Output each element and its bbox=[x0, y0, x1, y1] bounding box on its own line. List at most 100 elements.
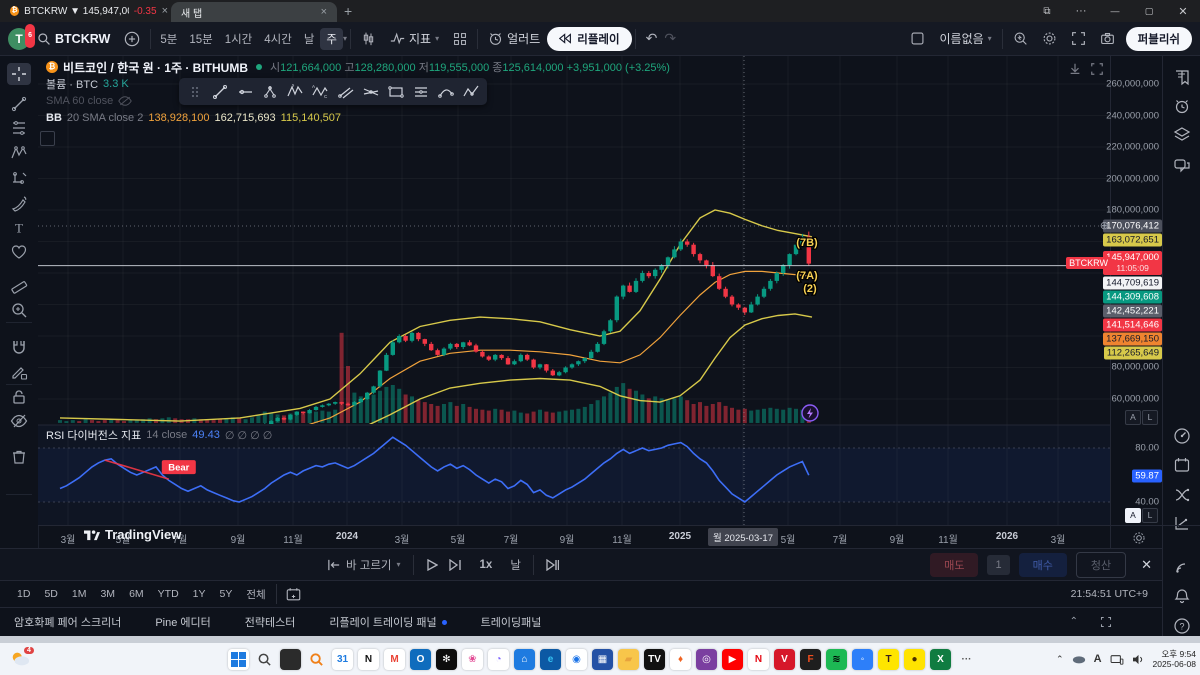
price-level-label[interactable]: 141,514,646 bbox=[1103, 319, 1162, 332]
calendar-icon[interactable] bbox=[1171, 454, 1193, 476]
price-level-label[interactable]: 144,709,619 bbox=[1103, 277, 1162, 290]
price-axis[interactable]: 260,000,000240,000,000220,000,000200,000… bbox=[1110, 56, 1163, 548]
palette-horizontal-ray-icon[interactable] bbox=[233, 81, 256, 103]
layout-name-menu[interactable]: 이름없음▾ 저장 bbox=[932, 30, 998, 47]
range-1M[interactable]: 1M bbox=[65, 588, 94, 600]
log-scale-button[interactable]: L bbox=[1142, 508, 1158, 523]
tab-트레이딩패널[interactable]: 트레이딩패널 bbox=[481, 614, 542, 630]
palette-curve-icon[interactable] bbox=[435, 81, 458, 103]
streams-icon[interactable] bbox=[1171, 556, 1193, 578]
range-3M[interactable]: 3M bbox=[93, 588, 122, 600]
tray-expand-icon[interactable]: ⌃ bbox=[1056, 654, 1064, 665]
taskbar-app-figma[interactable]: F bbox=[800, 649, 821, 670]
snapshot-button[interactable] bbox=[1093, 31, 1122, 46]
tab-Pine 에디터[interactable]: Pine 에디터 bbox=[155, 614, 210, 630]
symbol-title[interactable]: 비트코인 / 한국 원 · 1주 · BITHUMB bbox=[63, 59, 248, 76]
onedrive-icon[interactable] bbox=[1072, 654, 1086, 664]
bb-legend[interactable]: BB 20 SMA close 2 138,928,100 162,715,69… bbox=[46, 111, 670, 125]
palette-abc-wave-icon[interactable]: AC bbox=[309, 81, 332, 103]
palette-polyline-path-icon[interactable] bbox=[460, 81, 483, 103]
indicators-button[interactable]: 지표 ▾ bbox=[383, 30, 446, 47]
tab-layout-icon[interactable]: ⧉ bbox=[1030, 6, 1064, 17]
collapse-panel-icon[interactable]: ⌃ bbox=[1070, 616, 1078, 628]
palette-rectangle-icon[interactable] bbox=[384, 81, 407, 103]
ruler-tool-icon[interactable] bbox=[7, 274, 31, 296]
taskbar-app-search-orange[interactable] bbox=[306, 649, 327, 670]
forecast-tool-icon[interactable] bbox=[7, 167, 31, 189]
taskbar-app-kakaotalk[interactable]: T bbox=[878, 649, 899, 670]
taskbar-app-photos[interactable]: ❀ bbox=[462, 649, 483, 670]
interval-5분[interactable]: 5분 bbox=[154, 28, 183, 50]
taskbar-app-snip[interactable] bbox=[280, 649, 301, 670]
range-YTD[interactable]: YTD bbox=[151, 588, 186, 600]
interval-15분[interactable]: 15분 bbox=[183, 28, 218, 50]
alerts-icon[interactable] bbox=[1171, 95, 1193, 117]
taskbar-app-more[interactable]: ··· bbox=[956, 649, 977, 670]
interval-주[interactable]: 주 bbox=[320, 28, 343, 50]
price-level-label[interactable]: 170,076,412 bbox=[1103, 220, 1162, 233]
taskbar-app-gmail[interactable]: M bbox=[384, 649, 405, 670]
price-level-label[interactable]: 137,669,150 bbox=[1103, 333, 1162, 346]
remove-all-tool-icon[interactable] bbox=[7, 446, 31, 468]
taskbar-app-edge[interactable]: e bbox=[540, 649, 561, 670]
axis-settings-gear-icon[interactable] bbox=[1132, 531, 1146, 545]
palette-drag-handle-icon[interactable] bbox=[183, 81, 206, 103]
redo-button[interactable]: ↷ bbox=[664, 30, 683, 47]
taskbar-app-chrome[interactable]: ◉ bbox=[566, 649, 587, 670]
goto-date-icon[interactable] bbox=[286, 587, 301, 601]
close-replay-button[interactable]: ✕ bbox=[1141, 557, 1152, 573]
range-1D[interactable]: 1D bbox=[10, 588, 37, 600]
taskbar-app-excel[interactable]: X bbox=[930, 649, 951, 670]
maximize-button[interactable]: ▢ bbox=[1132, 6, 1166, 17]
taskbar-app-chatgpt[interactable]: ✻ bbox=[436, 649, 457, 670]
quick-search-button[interactable] bbox=[1006, 31, 1035, 46]
palette-parallel-lines-icon[interactable] bbox=[410, 81, 433, 103]
log-scale-button[interactable]: L bbox=[1142, 410, 1158, 425]
brush-tool-icon[interactable] bbox=[7, 192, 31, 214]
price-level-label[interactable]: 163,072,651 bbox=[1103, 234, 1162, 247]
taskbar-app-calendar[interactable]: 31 bbox=[332, 649, 353, 670]
interval-1시간[interactable]: 1시간 bbox=[219, 28, 259, 50]
taskbar-app-store[interactable]: ⌂ bbox=[514, 649, 535, 670]
notifications-bell-icon[interactable] bbox=[1171, 585, 1193, 607]
taskbar-app-start[interactable] bbox=[228, 649, 249, 670]
rsi-legend[interactable]: RSI 다이버전스 지표 14 close 49.43 ∅ ∅ ∅ ∅ bbox=[46, 428, 272, 445]
hide-all-tool-icon[interactable] bbox=[7, 410, 31, 432]
buy-button[interactable]: 매수 bbox=[1019, 553, 1067, 577]
close-button[interactable]: ✕ bbox=[1166, 5, 1200, 18]
interval-dropdown-icon[interactable]: ▾ bbox=[343, 34, 347, 43]
auto-scale-button[interactable]: A bbox=[1125, 410, 1141, 425]
crosshair-tool-icon[interactable] bbox=[7, 63, 31, 85]
ime-indicator[interactable]: A bbox=[1094, 653, 1102, 665]
browser-tab-newtab[interactable]: 새 탭 × bbox=[171, 2, 337, 22]
range-전체[interactable]: 전체 bbox=[239, 587, 272, 602]
add-alert-plus-icon[interactable]: ⊕ bbox=[1100, 219, 1109, 232]
range-6M[interactable]: 6M bbox=[122, 588, 151, 600]
tab-close-icon[interactable]: × bbox=[162, 6, 168, 17]
tab-리플레이 트레이딩 패널[interactable]: 리플레이 트레이딩 패널 bbox=[329, 614, 446, 630]
text-tool-icon[interactable]: T bbox=[7, 217, 31, 239]
maximize-pane-icon[interactable] bbox=[1090, 62, 1104, 76]
price-level-label[interactable]: 142,452,221 bbox=[1103, 305, 1162, 318]
undo-button[interactable]: ↶ bbox=[639, 30, 665, 47]
range-5Y[interactable]: 5Y bbox=[213, 588, 240, 600]
network-icon[interactable] bbox=[1110, 654, 1124, 665]
tab-암호화폐 페어 스크리너[interactable]: 암호화폐 페어 스크리너 bbox=[14, 614, 121, 630]
layout-select-icon[interactable] bbox=[903, 31, 932, 46]
close-position-button[interactable]: 청산 bbox=[1076, 552, 1126, 578]
range-5D[interactable]: 5D bbox=[37, 588, 64, 600]
sell-button[interactable]: 매도 bbox=[930, 553, 978, 577]
trend-line-tool-icon[interactable] bbox=[7, 93, 31, 115]
replay-play-button[interactable] bbox=[417, 559, 447, 571]
interval-날[interactable]: 날 bbox=[298, 28, 321, 50]
browser-tab-active[interactable]: ₿ BTCKRW ▼ 145,947,000 -0.35 × bbox=[0, 0, 168, 22]
taskbar-app-tradingview[interactable]: TV bbox=[644, 649, 665, 670]
expand-panel-icon[interactable] bbox=[1100, 616, 1112, 628]
jump-to-end-button[interactable] bbox=[537, 559, 568, 571]
palette-pitchfork-icon[interactable] bbox=[259, 81, 282, 103]
user-avatar[interactable]: T 6 bbox=[8, 28, 30, 50]
taskbar-clock[interactable]: 오후 9:54 2025-06-08 bbox=[1153, 649, 1196, 669]
taskbar-app-bank[interactable]: ▦ bbox=[592, 649, 613, 670]
legend-expand-button[interactable] bbox=[40, 131, 55, 146]
server-clock[interactable]: 21:54:51 UTC+9 bbox=[1071, 588, 1148, 600]
